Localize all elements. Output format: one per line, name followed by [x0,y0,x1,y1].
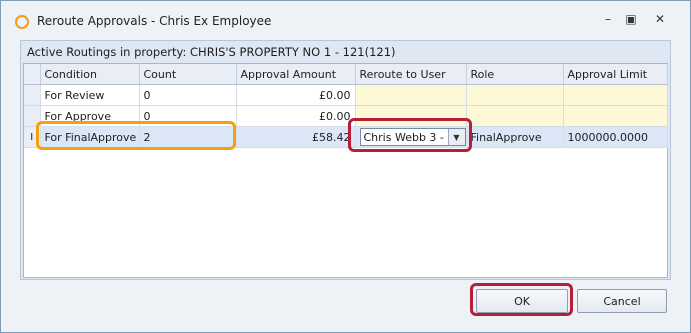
cell-approval-amount[interactable]: £58.42 [236,126,356,148]
grid-header-row: Condition Count Approval Amount Reroute … [24,64,668,85]
ok-button[interactable]: OK [476,289,568,313]
highlight-dropdown-callout [348,118,472,152]
close-icon[interactable]: ✕ [651,11,669,27]
table-row[interactable]: For Review 0 £0.00 [24,84,668,106]
cell-condition[interactable]: For Review [40,84,140,106]
cell-reroute-to-user[interactable] [355,84,467,106]
cell-approval-amount[interactable]: £0.00 [236,105,356,127]
cell-count[interactable]: 0 [139,84,237,106]
column-header-approval-amount[interactable]: Approval Amount [236,64,356,85]
panel-header: Active Routings in property: CHRIS'S PRO… [27,45,396,59]
title-bar: Reroute Approvals - Chris Ex Employee – … [1,1,690,39]
cell-role[interactable] [466,84,564,106]
cancel-button[interactable]: Cancel [577,289,667,313]
maximize-icon[interactable]: ▣ [622,11,640,27]
cell-approval-limit[interactable]: 1000000.0000 [563,126,668,148]
column-header-count[interactable]: Count [139,64,237,85]
column-header-reroute-to-user[interactable]: Reroute to User [355,64,467,85]
circle-icon [15,15,29,29]
window-title: Reroute Approvals - Chris Ex Employee [37,14,272,28]
indicator-header [24,64,41,85]
cell-approval-limit[interactable] [563,84,668,106]
column-header-approval-limit[interactable]: Approval Limit [563,64,668,85]
routings-panel: Active Routings in property: CHRIS'S PRO… [20,40,671,280]
cell-role[interactable] [466,105,564,127]
column-header-role[interactable]: Role [466,64,564,85]
cell-role[interactable]: FinalApprove [466,126,564,148]
cell-approval-amount[interactable]: £0.00 [236,84,356,106]
cell-approval-limit[interactable] [563,105,668,127]
routings-grid[interactable]: Condition Count Approval Amount Reroute … [23,63,668,278]
highlight-condition-callout [36,121,236,150]
minimize-icon[interactable]: – [599,11,617,27]
row-indicator [24,84,41,106]
column-header-condition[interactable]: Condition [40,64,140,85]
dialog-window: Reroute Approvals - Chris Ex Employee – … [0,0,691,333]
